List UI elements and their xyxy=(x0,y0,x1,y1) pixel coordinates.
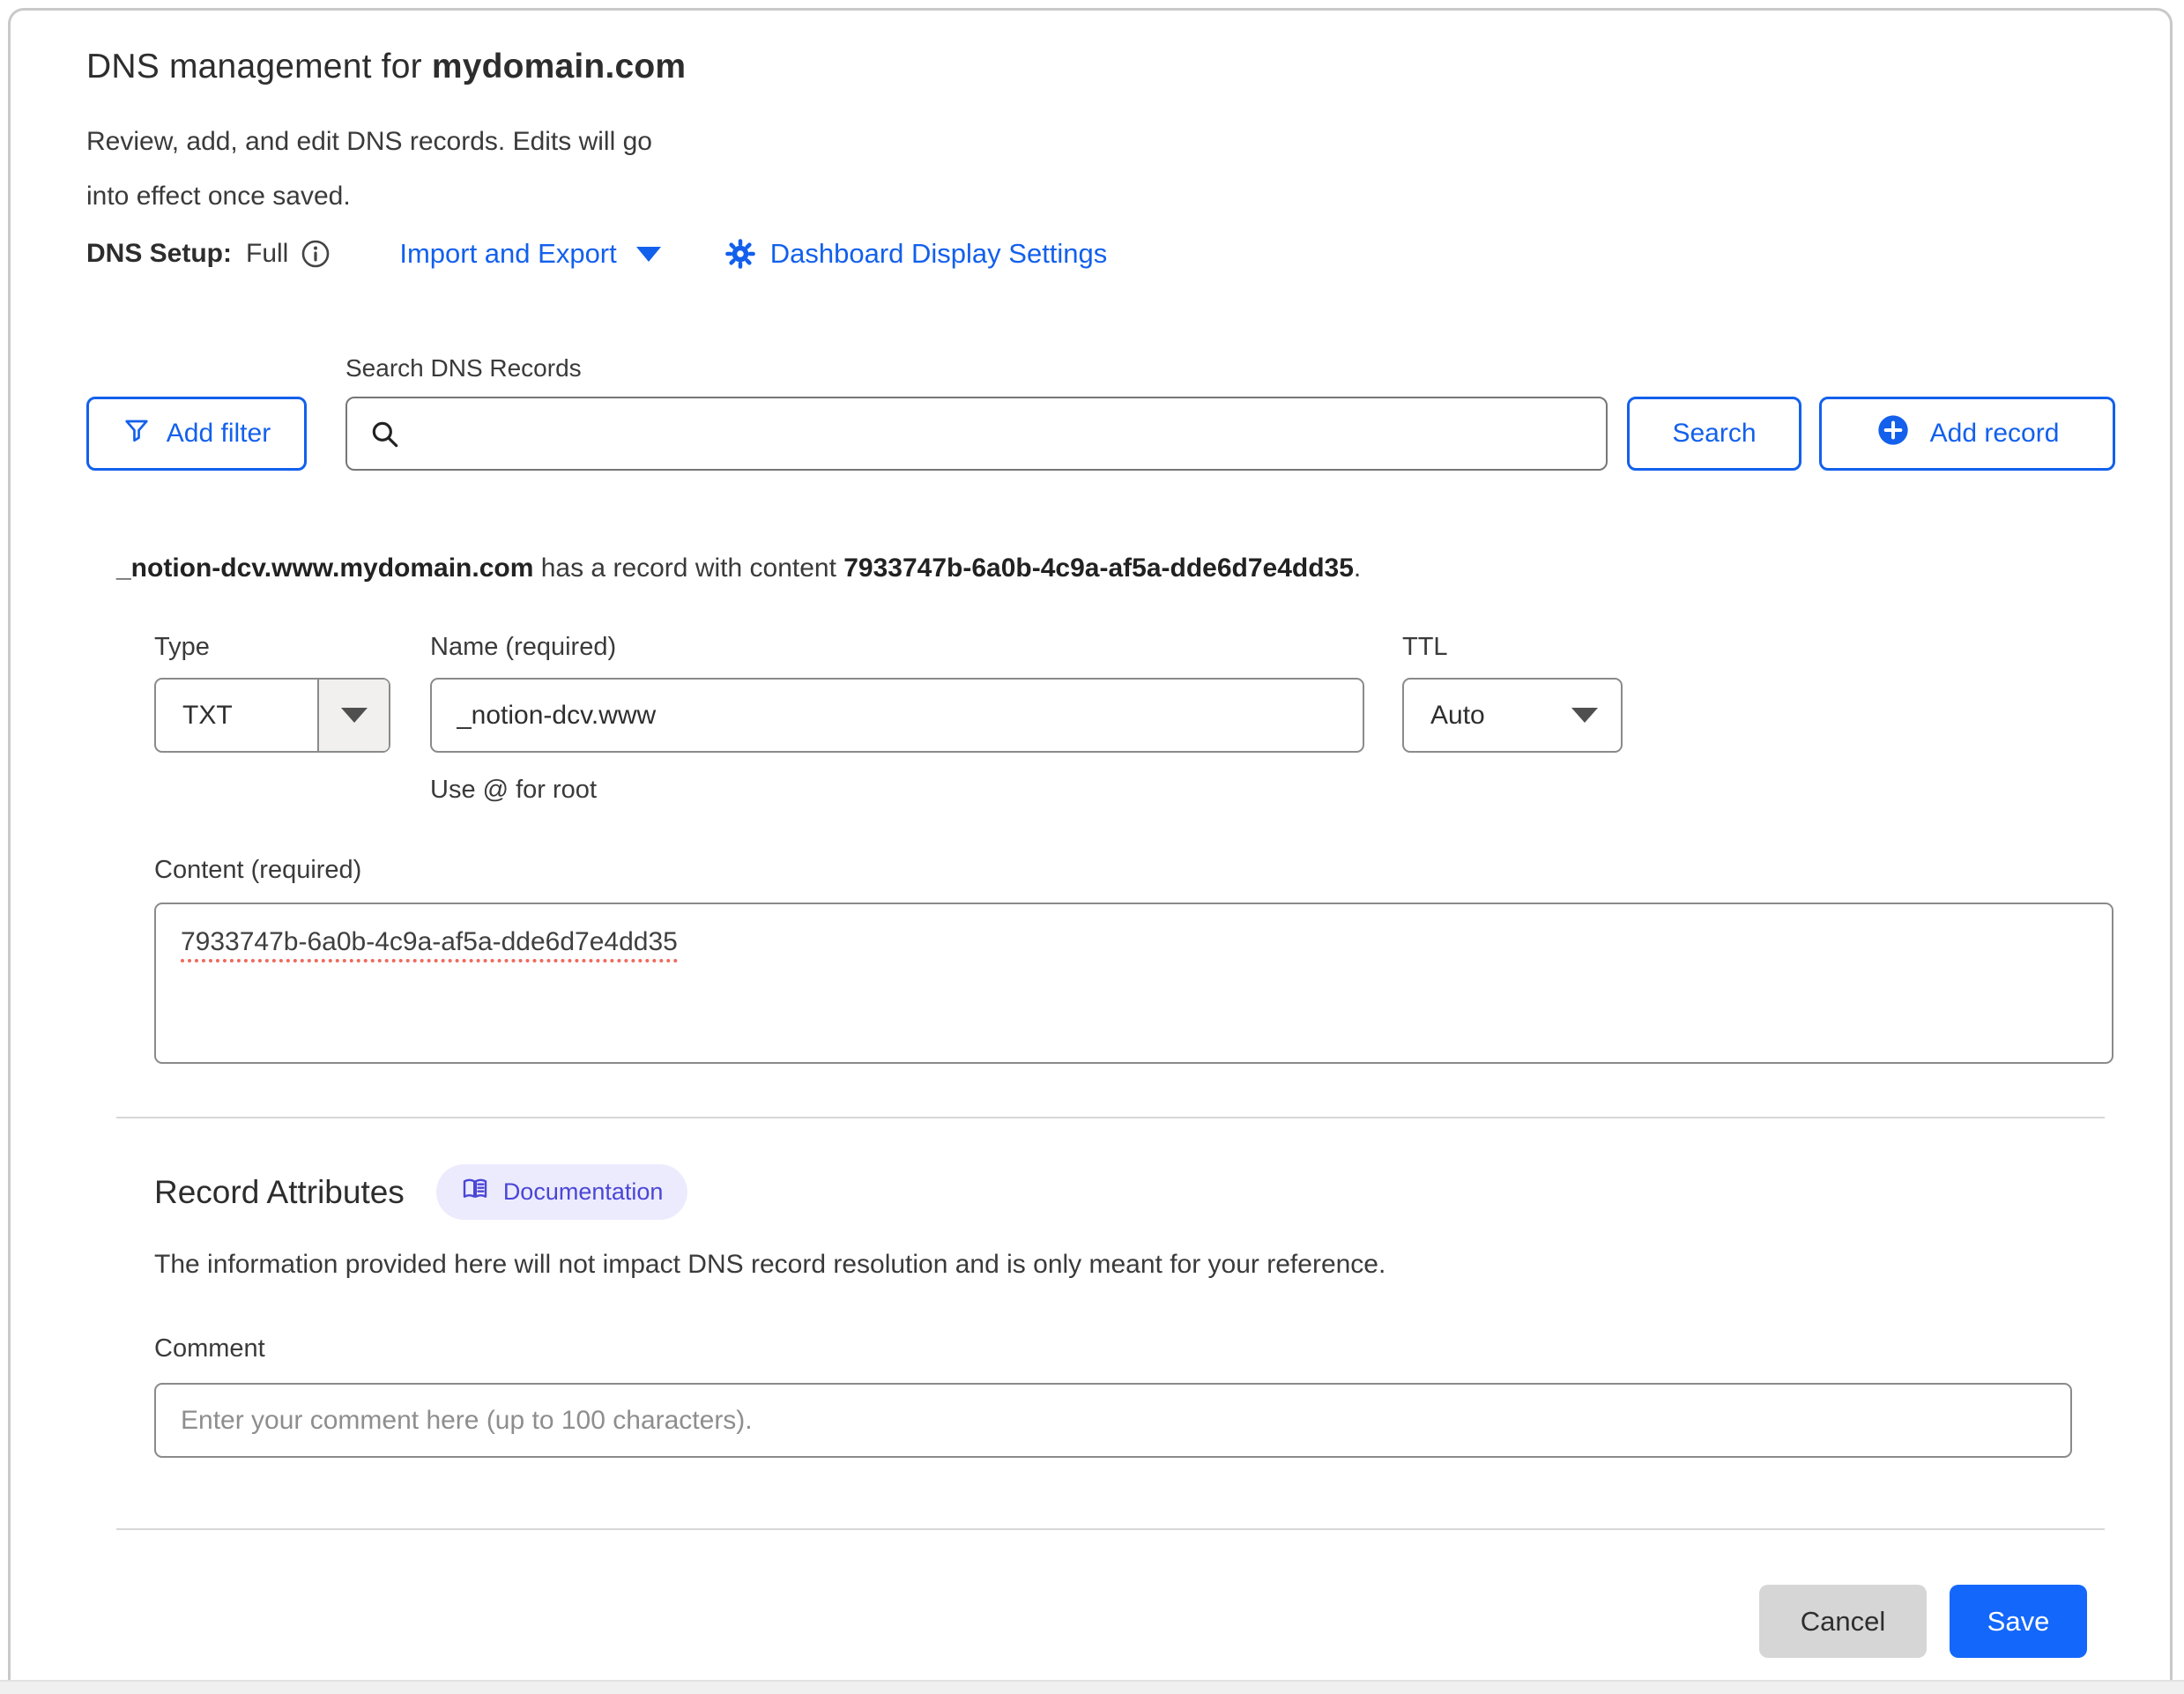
info-circle-icon[interactable] xyxy=(301,239,331,269)
record-attributes-heading: Record Attributes xyxy=(154,1174,405,1211)
chevron-down-icon xyxy=(341,708,368,723)
gear-icon xyxy=(724,238,756,270)
search-button[interactable]: Search xyxy=(1627,397,1801,471)
dns-management-panel: DNS management for mydomain.com Review, … xyxy=(8,8,2173,1694)
type-select-arrow xyxy=(317,680,389,751)
content-label: Content (required) xyxy=(154,856,2115,885)
content-textarea[interactable]: 7933747b-6a0b-4c9a-af5a-dde6d7e4dd35 xyxy=(154,903,2113,1064)
documentation-link[interactable]: Documentation xyxy=(436,1164,688,1220)
record-edit-form: Type TXT Name (required) Use @ for root … xyxy=(154,633,2115,1064)
ttl-label: TTL xyxy=(1402,633,1623,662)
ttl-select-value: Auto xyxy=(1430,701,1485,731)
add-filter-button[interactable]: Add filter xyxy=(86,397,307,471)
import-export-link[interactable]: Import and Export xyxy=(399,238,660,270)
save-button[interactable]: Save xyxy=(1950,1585,2087,1658)
notice-record-content: 7933747b-6a0b-4c9a-af5a-dde6d7e4dd35 xyxy=(843,554,1354,583)
search-block: Search DNS Records Add filter xyxy=(86,354,2115,471)
name-hint: Use @ for root xyxy=(430,776,1364,805)
ttl-select[interactable]: Auto xyxy=(1402,678,1623,753)
footer-actions: Cancel Save xyxy=(86,1585,2115,1658)
name-label: Name (required) xyxy=(430,633,1364,662)
open-book-icon xyxy=(461,1175,489,1209)
section-divider xyxy=(116,1117,2105,1118)
comment-input[interactable] xyxy=(154,1383,2072,1458)
notice-record-name: _notion-dcv.www.mydomain.com xyxy=(116,554,533,583)
search-input[interactable] xyxy=(345,397,1608,471)
search-icon xyxy=(368,418,402,456)
content-value: 7933747b-6a0b-4c9a-af5a-dde6d7e4dd35 xyxy=(181,927,678,962)
type-label: Type xyxy=(154,633,390,662)
plus-circle-icon xyxy=(1876,412,1911,455)
dashboard-display-settings-link[interactable]: Dashboard Display Settings xyxy=(724,238,1108,270)
dns-setup-value: Full xyxy=(246,239,288,269)
record-attributes-section: Record Attributes Documentation The xyxy=(154,1164,2115,1458)
search-records-label: Search DNS Records xyxy=(345,354,2115,383)
cancel-button[interactable]: Cancel xyxy=(1759,1585,1927,1658)
page-title: DNS management for mydomain.com xyxy=(86,48,2115,86)
name-input[interactable] xyxy=(430,678,1364,753)
bottom-strip xyxy=(0,1680,2184,1694)
record-notice: _notion-dcv.www.mydomain.com has a recor… xyxy=(116,554,2115,583)
dns-setup-label: DNS Setup: xyxy=(86,239,232,269)
page-title-prefix: DNS management for xyxy=(86,48,432,85)
type-select[interactable]: TXT xyxy=(154,678,390,753)
add-record-button[interactable]: Add record xyxy=(1819,397,2115,471)
page-subtitle: Review, add, and edit DNS records. Edits… xyxy=(86,115,2115,224)
funnel-icon xyxy=(123,416,151,451)
dns-setup-row: DNS Setup: Full Import and Export xyxy=(86,238,2115,270)
comment-label: Comment xyxy=(154,1334,2115,1363)
page-title-domain: mydomain.com xyxy=(432,48,686,85)
chevron-down-icon xyxy=(636,247,661,262)
footer-divider xyxy=(116,1528,2105,1530)
chevron-down-icon xyxy=(1571,708,1598,723)
record-attributes-description: The information provided here will not i… xyxy=(154,1250,2115,1280)
search-input-wrapper xyxy=(345,397,1608,471)
type-select-value: TXT xyxy=(182,701,233,731)
